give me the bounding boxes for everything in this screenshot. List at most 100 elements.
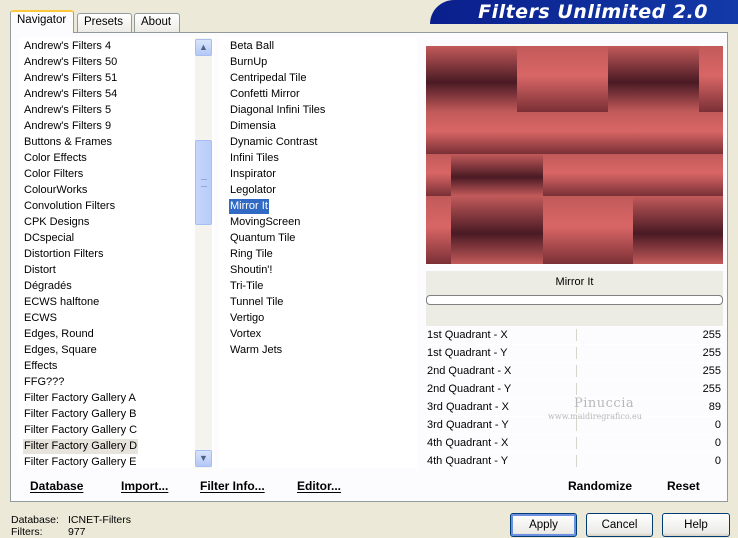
category-item[interactable]: Filter Factory Gallery E	[23, 455, 137, 468]
filter-item[interactable]: Dimensia	[229, 119, 277, 134]
help-button[interactable]: Help	[662, 513, 730, 537]
filter-item[interactable]: Centripedal Tile	[229, 71, 307, 86]
param-value[interactable]: 255	[703, 329, 721, 341]
tab-navigator[interactable]: Navigator	[10, 10, 74, 33]
watermark-url: www.maidiregrafico.eu	[548, 412, 642, 421]
category-item[interactable]: Dégradés	[23, 279, 73, 294]
app-title: Filters Unlimited 2.0	[478, 1, 708, 23]
category-item[interactable]: Buttons & Frames	[23, 135, 113, 150]
reset-link[interactable]: Reset	[667, 479, 700, 493]
filter-item[interactable]: MovingScreen	[229, 215, 301, 230]
category-item[interactable]: Andrew's Filters 5	[23, 103, 112, 118]
param-row[interactable]: 2nd Quadrant - X 255	[426, 362, 723, 380]
tab-about[interactable]: About	[134, 13, 180, 32]
filter-item[interactable]: Diagonal Infini Tiles	[229, 103, 326, 118]
filter-item[interactable]: Mirror It	[229, 199, 269, 214]
category-item[interactable]: Edges, Round	[23, 327, 95, 342]
filter-item[interactable]: Tri-Tile	[229, 279, 264, 294]
database-link[interactable]: Database	[30, 479, 83, 493]
tab-presets[interactable]: Presets	[77, 13, 132, 32]
filter-item[interactable]: Dynamic Contrast	[229, 135, 318, 150]
filter-item[interactable]: BurnUp	[229, 55, 268, 70]
randomize-link[interactable]: Randomize	[568, 479, 632, 493]
param-value[interactable]: 255	[703, 383, 721, 395]
status-area: Database: ICNET-Filters Filters: 977	[11, 514, 131, 538]
param-row[interactable]: 1st Quadrant - Y 255	[426, 344, 723, 362]
filter-item[interactable]: Inspirator	[229, 167, 277, 182]
category-list[interactable]: Andrew's Filters 4 Andrew's Filters 50 And…	[19, 37, 214, 468]
preview-band	[426, 46, 517, 112]
filter-item[interactable]: Vertigo	[229, 311, 265, 326]
category-item[interactable]: ECWS	[23, 311, 58, 326]
filter-item[interactable]: Vortex	[229, 327, 262, 342]
filter-item[interactable]: Infini Tiles	[229, 151, 280, 166]
category-item[interactable]: Effects	[23, 359, 58, 374]
filter-item[interactable]: Ring Tile	[229, 247, 274, 262]
filter-name: Mirror It	[555, 276, 594, 288]
category-item[interactable]: Filter Factory Gallery D	[23, 439, 138, 454]
category-item[interactable]: ECWS halftone	[23, 295, 100, 310]
category-item[interactable]: DCspecial	[23, 231, 75, 246]
category-item[interactable]: Convolution Filters	[23, 199, 116, 214]
param-value[interactable]: 0	[715, 419, 721, 431]
preview-band	[608, 46, 699, 112]
category-scrollbar[interactable]: ▲ ▼	[195, 38, 212, 468]
param-value[interactable]: 0	[715, 455, 721, 467]
filter-item[interactable]: Warm Jets	[229, 343, 283, 358]
param-value[interactable]: 0	[715, 437, 721, 449]
apply-button[interactable]: Apply	[510, 513, 577, 537]
param-row[interactable]: 4th Quadrant - X 0	[426, 434, 723, 452]
param-value[interactable]: 255	[703, 347, 721, 359]
filter-item[interactable]: Quantum Tile	[229, 231, 296, 246]
param-row[interactable]: 4th Quadrant - Y 0	[426, 452, 723, 470]
category-item[interactable]: Filter Factory Gallery A	[23, 391, 137, 406]
category-item[interactable]: Andrew's Filters 50	[23, 55, 118, 70]
param-label: 1st Quadrant - Y	[427, 347, 508, 359]
category-item[interactable]: Color Effects	[23, 151, 88, 166]
import-link[interactable]: Import...	[121, 479, 168, 493]
category-item[interactable]: FFG???	[23, 375, 65, 390]
category-item[interactable]: Andrew's Filters 9	[23, 119, 112, 134]
param-slider-tick	[576, 383, 577, 395]
filter-list[interactable]: Beta Ball BurnUp Centripedal Tile Confetti …	[219, 37, 417, 468]
preview-band	[451, 196, 543, 264]
param-value[interactable]: 89	[709, 401, 721, 413]
filter-item[interactable]: Shoutin'!	[229, 263, 273, 278]
scroll-up-icon[interactable]: ▲	[195, 39, 212, 56]
category-item[interactable]: Andrew's Filters 51	[23, 71, 118, 86]
preview-band	[426, 196, 451, 264]
filter-item[interactable]: Confetti Mirror	[229, 87, 301, 102]
category-item[interactable]: Andrew's Filters 4	[23, 39, 112, 54]
preview-band	[699, 46, 723, 112]
preview-band	[517, 46, 608, 112]
watermark-name: Pinuccia	[574, 396, 635, 411]
filter-item[interactable]: Tunnel Tile	[229, 295, 284, 310]
category-item[interactable]: Distort	[23, 263, 57, 278]
category-item[interactable]: Edges, Square	[23, 343, 98, 358]
filter-item[interactable]: Legolator	[229, 183, 277, 198]
category-item[interactable]: Color Filters	[23, 167, 84, 182]
category-item[interactable]: Filter Factory Gallery C	[23, 423, 138, 438]
cancel-button[interactable]: Cancel	[586, 513, 653, 537]
editor-link[interactable]: Editor...	[297, 479, 341, 493]
category-item[interactable]: Distortion Filters	[23, 247, 104, 262]
scroll-down-icon[interactable]: ▼	[195, 450, 212, 467]
category-item[interactable]: Filter Factory Gallery B	[23, 407, 137, 422]
preview-band	[451, 154, 543, 196]
progress-bar	[426, 295, 723, 305]
param-label: 3rd Quadrant - Y	[427, 419, 509, 431]
category-item[interactable]: ColourWorks	[23, 183, 88, 198]
filter-item[interactable]: Beta Ball	[229, 39, 275, 54]
preview-band	[426, 112, 723, 154]
param-label: 4th Quadrant - X	[427, 437, 509, 449]
scroll-thumb[interactable]	[195, 140, 212, 225]
category-item[interactable]: CPK Designs	[23, 215, 90, 230]
category-item[interactable]: Andrew's Filters 54	[23, 87, 118, 102]
param-value[interactable]: 255	[703, 365, 721, 377]
param-slider-tick	[576, 365, 577, 377]
bottom-toolbar: Database Import... Filter Info... Editor…	[14, 474, 722, 498]
filter-info-link[interactable]: Filter Info...	[200, 479, 265, 493]
watermark: Pinuccia www.maidiregrafico.eu	[548, 396, 688, 424]
param-row[interactable]: 1st Quadrant - X 255	[426, 326, 723, 344]
param-label: 1st Quadrant - X	[427, 329, 508, 341]
